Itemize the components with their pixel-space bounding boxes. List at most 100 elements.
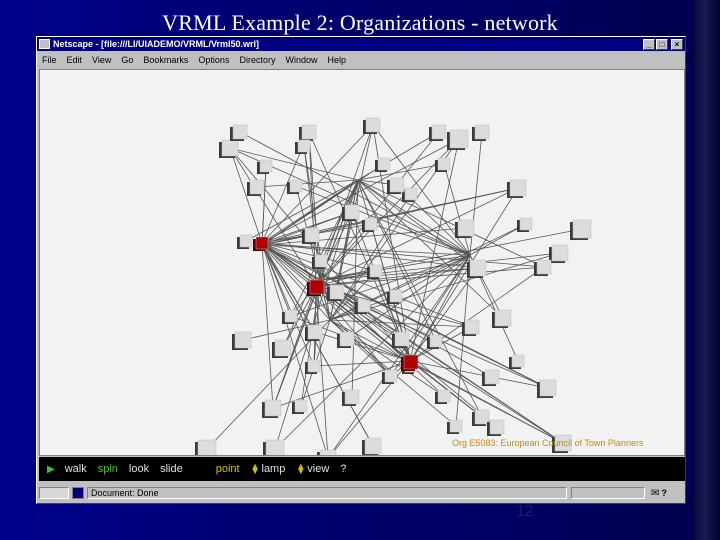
menu-directory[interactable]: Directory bbox=[234, 55, 280, 65]
network-node bbox=[342, 389, 360, 406]
network-node bbox=[362, 437, 382, 455]
connection-indicator bbox=[72, 487, 84, 499]
network-node bbox=[257, 159, 273, 174]
network-node bbox=[534, 259, 552, 276]
network-node bbox=[435, 389, 451, 404]
network-link bbox=[261, 242, 328, 455]
network-node bbox=[292, 399, 308, 414]
viewer-help-button[interactable]: ? bbox=[340, 463, 346, 475]
updown-arrows-icon: ▲ ▼ bbox=[250, 461, 260, 476]
status-bar: Document: Done ✉ ? bbox=[39, 484, 685, 502]
org-info-label: Org E5083: European Council of Town Plan… bbox=[452, 438, 644, 448]
view-label: view bbox=[307, 463, 330, 475]
network-link bbox=[319, 267, 479, 281]
menu-file[interactable]: File bbox=[37, 55, 62, 65]
network-node bbox=[455, 219, 475, 238]
network-node bbox=[427, 334, 443, 349]
network-node bbox=[232, 331, 252, 350]
network-node bbox=[435, 157, 451, 172]
menu-view[interactable]: View bbox=[87, 55, 116, 65]
menu-bookmarks[interactable]: Bookmarks bbox=[138, 55, 193, 65]
progress-bar bbox=[571, 487, 645, 499]
network-node bbox=[219, 139, 239, 158]
help-icon[interactable]: ? bbox=[661, 488, 667, 498]
network-node bbox=[272, 339, 292, 358]
mail-icon[interactable]: ✉ bbox=[651, 488, 659, 499]
network-node bbox=[262, 399, 282, 418]
look-mode-button[interactable]: look bbox=[129, 463, 149, 475]
network-node bbox=[305, 359, 321, 374]
walk-mode-button[interactable]: walk bbox=[65, 463, 87, 475]
menu-edit[interactable]: Edit bbox=[62, 55, 88, 65]
netscape-app-icon[interactable] bbox=[39, 39, 50, 49]
lamp-button[interactable]: ▲ ▼ lamp bbox=[250, 461, 286, 476]
status-text: Document: Done bbox=[87, 487, 567, 499]
network-node bbox=[392, 331, 410, 348]
network-link bbox=[469, 131, 483, 256]
network-link bbox=[455, 254, 471, 427]
network-link bbox=[261, 242, 545, 268]
network-node bbox=[429, 124, 447, 141]
network-link bbox=[274, 254, 471, 450]
browser-window: Netscape - [file:///LI/UIADEMO/VRML/Vrml… bbox=[36, 36, 686, 504]
network-node bbox=[382, 369, 398, 384]
minimize-button[interactable]: _ bbox=[643, 38, 655, 50]
network-link bbox=[229, 147, 359, 181]
network-node bbox=[367, 264, 383, 279]
menu-go[interactable]: Go bbox=[116, 55, 138, 65]
network-node bbox=[509, 354, 525, 369]
network-node bbox=[247, 179, 265, 196]
network-node bbox=[342, 204, 360, 221]
maximize-button[interactable]: □ bbox=[656, 38, 668, 50]
network-node bbox=[537, 379, 557, 398]
network-node bbox=[195, 439, 217, 455]
point-mode-button[interactable]: point bbox=[216, 463, 240, 475]
menu-window[interactable]: Window bbox=[280, 55, 322, 65]
window-titlebar[interactable]: Netscape - [file:///LI/UIADEMO/VRML/Vrml… bbox=[37, 37, 685, 51]
network-node bbox=[387, 289, 403, 304]
slide-edge-decoration bbox=[694, 0, 720, 540]
network-node bbox=[263, 439, 285, 455]
network-node bbox=[295, 139, 311, 154]
network-node bbox=[362, 217, 378, 232]
network-node bbox=[387, 177, 405, 194]
vrml-viewport[interactable]: Org E5083: European Council of Town Plan… bbox=[39, 69, 685, 456]
network-node bbox=[312, 254, 328, 269]
network-node bbox=[375, 157, 391, 172]
network-link bbox=[272, 360, 411, 409]
network-node bbox=[327, 284, 345, 301]
network-node bbox=[299, 124, 317, 141]
close-button[interactable]: × bbox=[671, 38, 683, 50]
vrml-navigation-bar: ▶ walk spin look slide point ▲ ▼ lamp ▲ ▼ vi… bbox=[39, 457, 685, 481]
network-node bbox=[517, 217, 533, 232]
play-icon[interactable]: ▶ bbox=[47, 464, 55, 475]
network-link bbox=[261, 242, 274, 409]
spin-mode-button[interactable]: spin bbox=[98, 463, 118, 475]
network-node bbox=[467, 259, 487, 278]
network-scene[interactable] bbox=[40, 70, 685, 456]
network-node bbox=[287, 179, 303, 194]
network-node bbox=[447, 419, 463, 434]
network-node bbox=[549, 244, 569, 263]
lamp-label: lamp bbox=[261, 463, 286, 475]
slide-title: VRML Example 2: Organizations - network bbox=[162, 10, 558, 35]
network-node-selected bbox=[253, 236, 269, 251]
network-node bbox=[447, 129, 469, 150]
network-node bbox=[472, 124, 490, 141]
network-nodes bbox=[195, 117, 592, 455]
network-node bbox=[363, 117, 381, 134]
menu-help[interactable]: Help bbox=[322, 55, 351, 65]
network-node bbox=[482, 369, 500, 386]
network-node bbox=[472, 409, 490, 426]
network-link bbox=[256, 179, 359, 188]
network-node bbox=[302, 227, 320, 244]
network-node bbox=[462, 319, 480, 336]
updown-arrows-icon: ▲ ▼ bbox=[296, 461, 306, 476]
network-link bbox=[409, 360, 483, 418]
network-node bbox=[487, 419, 505, 436]
slide-mode-button[interactable]: slide bbox=[160, 463, 183, 475]
menu-bar: File Edit View Go Bookmarks Options Dire… bbox=[37, 52, 685, 67]
network-node bbox=[317, 449, 337, 455]
view-button[interactable]: ▲ ▼ view bbox=[296, 461, 330, 476]
menu-options[interactable]: Options bbox=[193, 55, 234, 65]
